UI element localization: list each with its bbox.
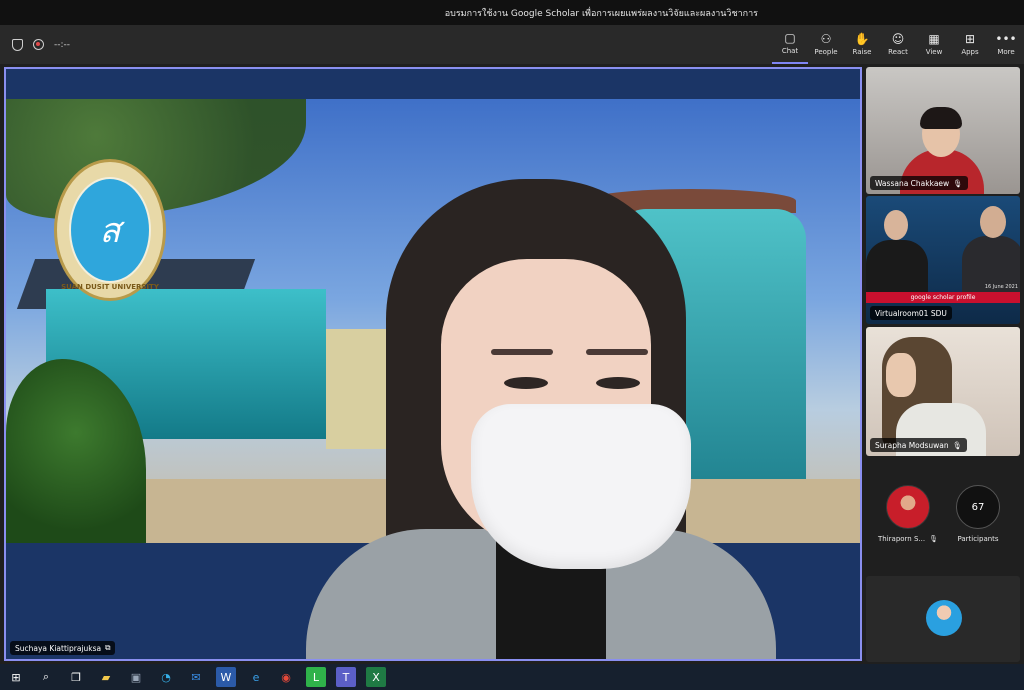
overflow-participants: Thiraporn S... 🎙 67 Participants [864,479,1024,559]
presenter-eye-right [596,377,640,389]
participant-name-tag: Wassana Chakkaew 🎙 [870,176,968,190]
chat-icon: ▢ [784,31,796,45]
participant-name-tag: Virtualroom01 SDU [870,306,952,320]
participant-tile[interactable]: 16 June 2021 google scholar profile Virt… [866,196,1020,324]
react-label: React [888,48,908,56]
participant-name-tag: Surapha Modsuwan 🎙 [870,438,968,452]
people-label: People [814,48,838,56]
chrome-icon[interactable]: ◉ [276,667,296,687]
mail-icon[interactable]: ✉ [186,667,206,687]
room-date: 16 June 2021 [984,284,1018,290]
more-label: More [997,48,1015,56]
participant-face [886,353,916,397]
self-avatar [926,600,962,636]
more-button[interactable]: ••• More [988,25,1024,64]
logo-text: SUAN DUSIT UNIVERSITY [61,283,159,291]
raise-label: Raise [852,48,872,56]
participant-name: Wassana Chakkaew [875,178,950,188]
line-icon[interactable]: L [306,667,326,687]
participant-name: Surapha Modsuwan [875,440,949,450]
ie-icon[interactable]: e [246,667,266,687]
participants-label: Participants [957,535,999,543]
chat-label: Chat [781,47,799,55]
recording-icon [33,39,44,50]
word-icon[interactable]: W [216,667,236,687]
screen-share-icon: ⧉ [105,643,111,652]
participant-head [884,210,908,240]
room-screen-text: google scholar profile [910,294,976,301]
participant-name: Virtualroom01 SDU [875,308,947,318]
window-title-bar: อบรมการใช้งาน Google Scholar เพื่อการเผย… [0,0,1024,25]
task-view-icon[interactable]: ❐ [66,667,86,687]
presenter-face-mask [471,404,691,569]
toolbar-left: --:-- [0,38,71,51]
presenter-eye-left [504,377,548,389]
meeting-timer: --:-- [54,39,71,50]
room-screen-banner: google scholar profile [866,292,1020,303]
self-view-tile[interactable] [866,576,1020,662]
participant-count: 67 [971,501,985,513]
participant-count-button[interactable]: 67 [956,485,1000,529]
logo-emblem: ส [69,177,151,283]
apps-plus-icon: ⊞ [964,32,976,46]
presenter-brow-left [491,349,553,355]
participant-hair [920,107,962,129]
small-participant-name: Thiraporn S... [878,535,926,543]
participant-body [866,240,928,296]
presenter-name: Suchaya Kiattiprajuksa [15,643,102,653]
university-logo: ส [54,159,166,301]
hand-icon: ✋ [854,32,870,46]
presenter-name-tag: Suchaya Kiattiprajuksa ⧉ [10,641,116,655]
view-label: View [925,48,943,56]
mic-off-icon: 🎙 [929,535,938,543]
apps-button[interactable]: ⊞ Apps [952,25,988,64]
teams-icon[interactable]: T [336,667,356,687]
smiley-icon: ☺ [891,32,905,46]
people-icon: ⚇ [820,32,832,46]
mic-off-icon: 🎙 [952,440,963,450]
edge-icon[interactable]: ◔ [156,667,176,687]
main-video-stage[interactable]: ส SUAN DUSIT UNIVERSITY Suchaya Kiattipr… [4,67,862,661]
people-button[interactable]: ⚇ People [808,25,844,64]
file-explorer-icon[interactable]: ▰ [96,667,116,687]
excel-icon[interactable]: X [366,667,386,687]
grid-icon: ▦ [928,32,940,46]
store-icon[interactable]: ▣ [126,667,146,687]
participant-tile[interactable]: Wassana Chakkaew 🎙 [866,67,1020,194]
react-button[interactable]: ☺ React [880,25,916,64]
mic-off-icon: 🎙 [953,178,963,188]
windows-start-icon[interactable]: ⊞ [6,667,26,687]
windows-taskbar: ⊞ ⌕ ❐ ▰ ▣ ◔ ✉ W e ◉ L T X [0,664,1024,690]
shield-icon[interactable] [12,38,23,51]
toolbar-actions: ▢ Chat ⚇ People ✋ Raise ☺ React ▦ View ⊞… [772,25,1024,64]
view-button[interactable]: ▦ View [916,25,952,64]
participant-tile[interactable]: Surapha Modsuwan 🎙 [866,327,1020,456]
presenter-brow-right [586,349,648,355]
more-dots-icon: ••• [995,32,1017,46]
meeting-toolbar: --:-- ▢ Chat ⚇ People ✋ Raise ☺ React ▦ … [0,25,1024,64]
small-participant-name-row: Thiraporn S... 🎙 [878,535,938,543]
chat-button[interactable]: ▢ Chat [772,25,808,64]
search-icon[interactable]: ⌕ [36,667,56,687]
participant-panel: Wassana Chakkaew 🎙 16 June 2021 google s… [864,64,1024,664]
meeting-title: อบรมการใช้งาน Google Scholar เพื่อการเผย… [444,8,758,19]
raise-hand-button[interactable]: ✋ Raise [844,25,880,64]
avatar[interactable] [886,485,930,529]
apps-label: Apps [961,48,979,56]
participant-head [980,206,1006,238]
presenter-video [296,179,776,659]
